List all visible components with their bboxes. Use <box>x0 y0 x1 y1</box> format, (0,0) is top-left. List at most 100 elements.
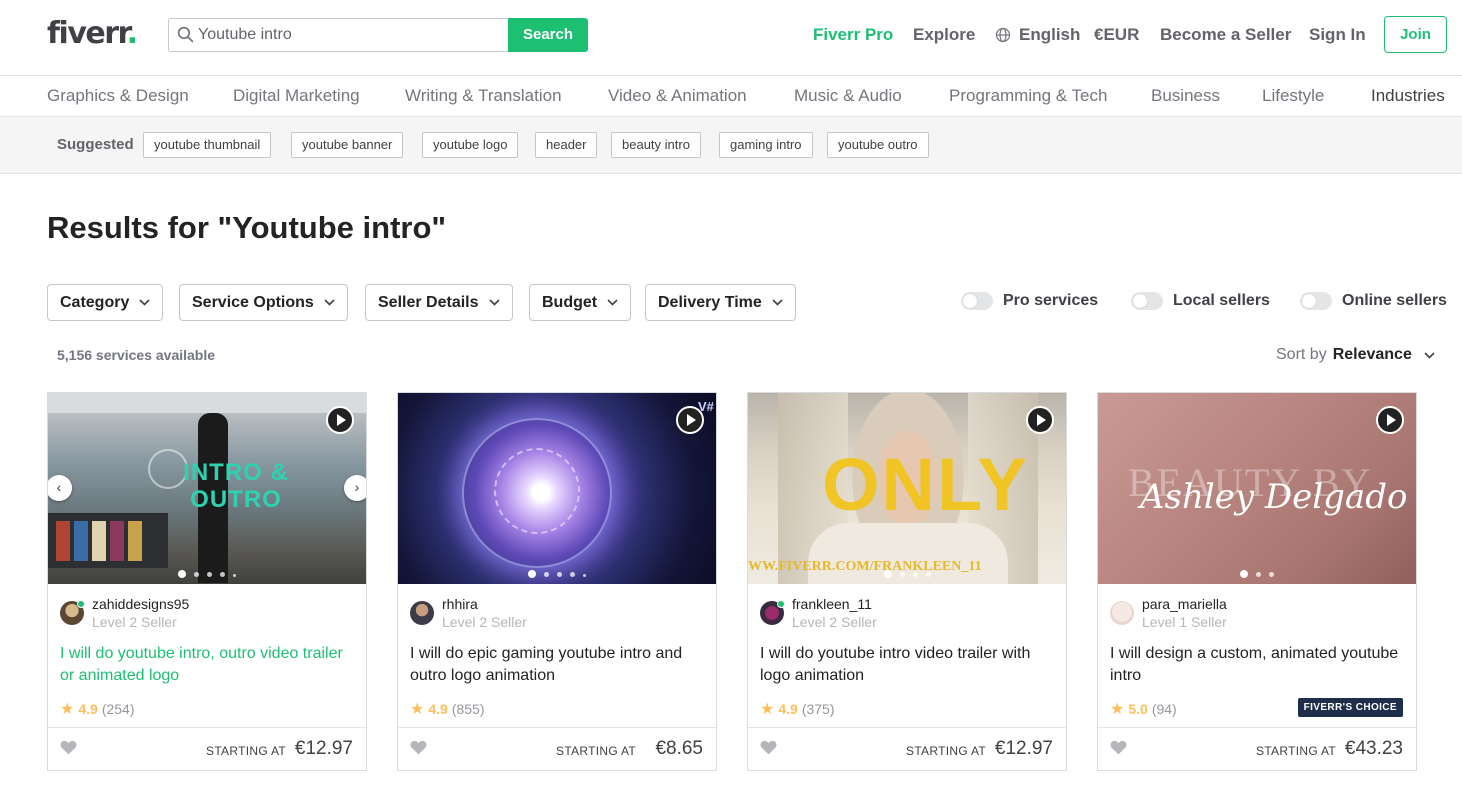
gig-card[interactable]: INTRO & OUTRO ‹ › zahiddesigns95 Level 2… <box>47 392 367 771</box>
fiverr-logo[interactable]: fiverr. <box>47 16 138 51</box>
toggle-switch[interactable] <box>961 292 993 310</box>
category-programming-tech[interactable]: Programming & Tech <box>949 86 1107 106</box>
gig-card[interactable]: ONLY WW.FIVERR.COM/FRANKLEEN_11 franklee… <box>747 392 1067 771</box>
filter-budget[interactable]: Budget <box>529 284 632 321</box>
suggested-tag[interactable]: youtube outro <box>827 132 929 158</box>
carousel-dots[interactable] <box>1098 564 1416 582</box>
seller-name[interactable]: rhhira <box>442 596 478 612</box>
suggested-tag[interactable]: beauty intro <box>611 132 701 158</box>
star-icon: ★ <box>760 701 775 718</box>
sort-dropdown[interactable]: Sort by Relevance <box>1276 346 1435 364</box>
category-graphics-design[interactable]: Graphics & Design <box>47 86 189 106</box>
toggle-online-sellers[interactable]: Online sellers <box>1300 292 1447 310</box>
nav-sign-in[interactable]: Sign In <box>1309 25 1366 45</box>
filter-delivery-time[interactable]: Delivery Time <box>645 284 796 321</box>
search-icon <box>177 26 194 43</box>
services-count: 5,156 services available <box>57 347 216 363</box>
category-industries[interactable]: Industries <box>1371 86 1445 106</box>
filter-category[interactable]: Category <box>47 284 164 321</box>
play-icon[interactable] <box>676 406 704 434</box>
carousel-dots[interactable] <box>748 564 1066 582</box>
category-music-audio[interactable]: Music & Audio <box>794 86 902 106</box>
category-digital-marketing[interactable]: Digital Marketing <box>233 86 360 106</box>
price: €12.97 <box>294 738 353 759</box>
gig-title[interactable]: I will do youtube intro video trailer wi… <box>760 643 1050 687</box>
gig-title[interactable]: I will do epic gaming youtube intro and … <box>410 643 700 687</box>
nav-fiverr-pro[interactable]: Fiverr Pro <box>813 25 893 45</box>
toggle-label: Online sellers <box>1342 292 1447 309</box>
heart-icon[interactable] <box>1110 740 1127 755</box>
category-menu: Graphics & Design Digital Marketing Writ… <box>0 76 1462 117</box>
avatar[interactable] <box>1110 601 1134 625</box>
card-footer: STARTING AT €43.23 <box>1098 727 1416 770</box>
join-button[interactable]: Join <box>1384 16 1447 53</box>
filter-label: Budget <box>542 294 598 311</box>
online-indicator <box>777 600 785 608</box>
category-lifestyle[interactable]: Lifestyle <box>1262 86 1324 106</box>
rating: ★ 4.9 (855) <box>410 699 485 719</box>
search-box <box>168 18 508 52</box>
review-count: (375) <box>801 701 835 717</box>
gig-thumbnail[interactable]: V# <box>398 393 716 584</box>
search-input[interactable] <box>198 19 503 51</box>
search-button[interactable]: Search <box>508 18 588 52</box>
filter-seller-details[interactable]: Seller Details <box>365 284 513 321</box>
heart-icon[interactable] <box>410 740 427 755</box>
toggle-pro-services[interactable]: Pro services <box>961 292 1098 310</box>
seller-name[interactable]: para_mariella <box>1142 596 1227 612</box>
chevron-right-icon[interactable]: › <box>344 475 366 501</box>
top-header: fiverr. Search Fiverr Pro Explore Englis… <box>0 0 1462 76</box>
review-count: (855) <box>451 701 485 717</box>
gig-thumbnail[interactable]: ONLY WW.FIVERR.COM/FRANKLEEN_11 <box>748 393 1066 584</box>
seller-name[interactable]: frankleen_11 <box>792 596 872 612</box>
toggle-local-sellers[interactable]: Local sellers <box>1131 292 1270 310</box>
page-title: Results for "Youtube intro" <box>47 210 447 245</box>
nav-currency[interactable]: €EUR <box>1094 25 1139 45</box>
logo-dot: . <box>126 16 138 51</box>
toggle-switch[interactable] <box>1131 292 1163 310</box>
suggested-label: Suggested <box>57 136 134 153</box>
category-video-animation[interactable]: Video & Animation <box>608 86 747 106</box>
nav-become-seller[interactable]: Become a Seller <box>1160 25 1291 45</box>
review-count: (254) <box>101 701 135 717</box>
gig-card[interactable]: BEAUTY BY Ashley Delgado para_mariella L… <box>1097 392 1417 771</box>
thumb-overlay-text: ONLY <box>822 443 1029 526</box>
chevron-down-icon <box>607 299 618 306</box>
starting-at-label: STARTING AT <box>906 744 986 758</box>
gig-thumbnail[interactable]: BEAUTY BY Ashley Delgado <box>1098 393 1416 584</box>
gig-title[interactable]: I will design a custom, animated youtube… <box>1110 643 1400 687</box>
review-count: (94) <box>1151 701 1177 717</box>
play-icon[interactable] <box>326 406 354 434</box>
avatar[interactable] <box>410 601 434 625</box>
carousel-dots[interactable] <box>48 564 366 582</box>
toggle-switch[interactable] <box>1300 292 1332 310</box>
chevron-left-icon[interactable]: ‹ <box>48 475 72 501</box>
chevron-down-icon <box>772 299 783 306</box>
starting-at-label: STARTING AT <box>1256 744 1336 758</box>
suggested-tag[interactable]: youtube logo <box>422 132 519 158</box>
play-icon[interactable] <box>1376 406 1404 434</box>
gig-card[interactable]: V# rhhira Level 2 Seller I will do epic … <box>397 392 717 771</box>
suggested-tag[interactable]: youtube banner <box>291 132 404 158</box>
heart-icon[interactable] <box>760 740 777 755</box>
filter-service-options[interactable]: Service Options <box>179 284 348 321</box>
heart-icon[interactable] <box>60 740 77 755</box>
gig-title[interactable]: I will do youtube intro, outro video tra… <box>60 643 350 687</box>
category-business[interactable]: Business <box>1151 86 1220 106</box>
chevron-down-icon <box>324 299 335 306</box>
suggested-tag[interactable]: header <box>535 132 598 158</box>
carousel-dots[interactable] <box>398 564 716 582</box>
gig-thumbnail[interactable]: INTRO & OUTRO ‹ › <box>48 393 366 584</box>
chevron-down-icon <box>1424 351 1435 359</box>
suggested-tag[interactable]: gaming intro <box>719 132 813 158</box>
rating-score: 5.0 <box>1128 701 1148 717</box>
seller-name[interactable]: zahiddesigns95 <box>92 596 189 612</box>
category-writing-translation[interactable]: Writing & Translation <box>405 86 562 106</box>
play-icon[interactable] <box>1026 406 1054 434</box>
chevron-down-icon <box>488 299 500 306</box>
nav-language[interactable]: English <box>995 25 1080 45</box>
suggested-tag[interactable]: youtube thumbnail <box>143 132 272 158</box>
language-label: English <box>1019 25 1081 44</box>
thumb-script-text: Ashley Delgado <box>1140 477 1408 517</box>
nav-explore[interactable]: Explore <box>913 25 975 45</box>
